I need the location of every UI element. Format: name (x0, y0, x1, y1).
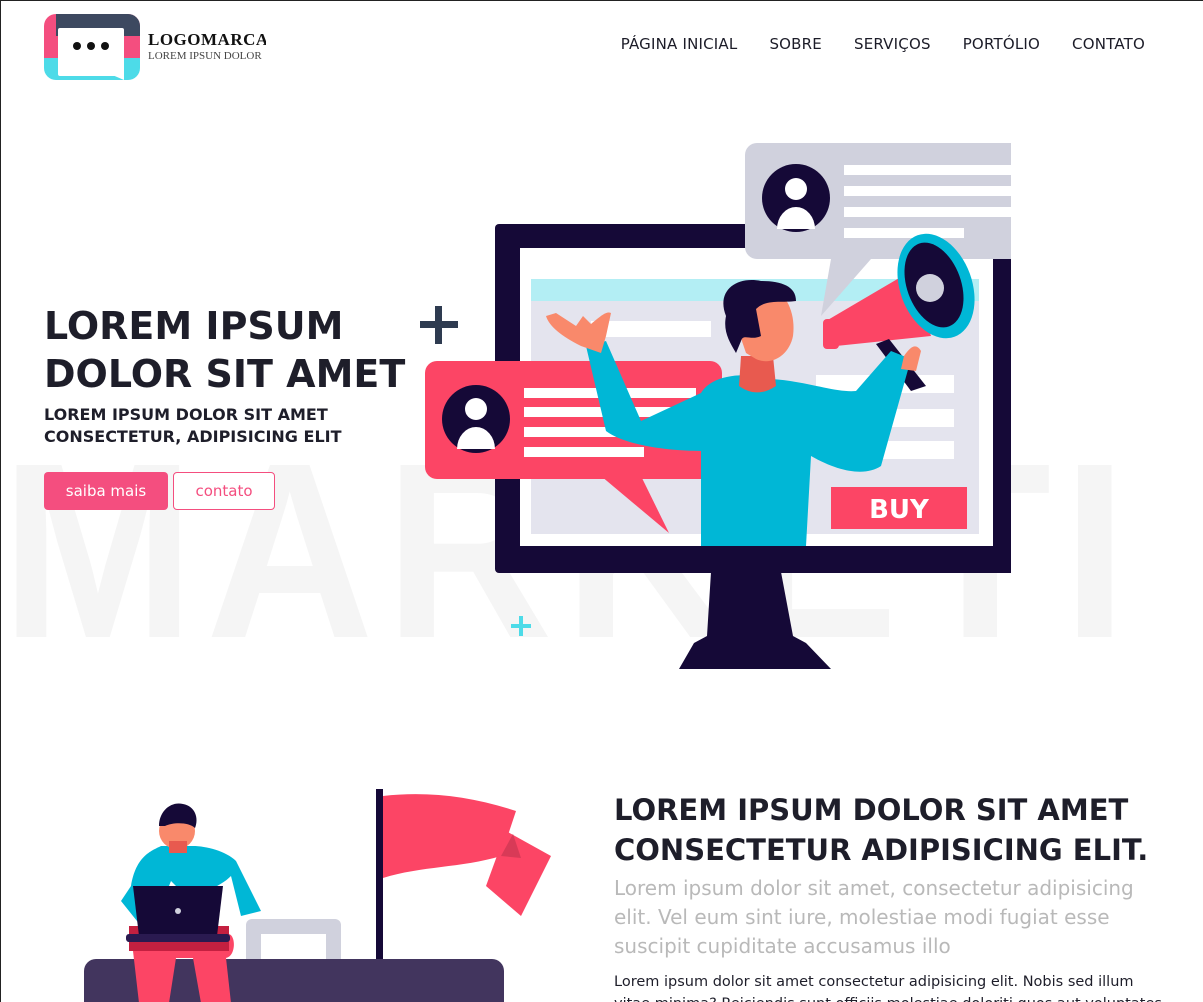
monitor-stand (679, 572, 831, 669)
goal-illustration (84, 789, 551, 1002)
nav-item-home[interactable]: PÁGINA INICIAL (621, 35, 738, 53)
section-body: Lorem ipsum dolor sit amet consectetur a… (614, 974, 1162, 1002)
nav-item-services[interactable]: SERVIÇOS (854, 35, 931, 53)
nav-item-about[interactable]: SOBRE (769, 35, 822, 53)
laptop-icon (126, 886, 230, 942)
nav-item-portfolio[interactable]: PORTÓLIO (963, 35, 1040, 53)
contato-button[interactable]: contato (173, 472, 275, 510)
nav-item-contact[interactable]: CONTATO (1072, 35, 1145, 53)
logo-subtitle: LOREM IPSUN DOLOR (148, 50, 262, 62)
flag-icon (376, 789, 551, 969)
main-nav: PÁGINA INICIAL SOBRE SERVIÇOS PORTÓLIO C… (621, 35, 1145, 53)
hero-subtitle: LOREM IPSUM DOLOR SIT AMET CONSECTETUR, … (44, 405, 342, 446)
small-plus-icon (511, 616, 531, 636)
section-title: LOREM IPSUM DOLOR SIT AMET CONSECTETUR A… (614, 793, 1149, 867)
marketing-illustration: BUY (420, 143, 1011, 669)
logo-text[interactable]: LOGOMARCA LOREM IPSUN DOLOR (148, 31, 266, 63)
section-lead: Lorem ipsum dolor sit amet, consectetur … (614, 876, 1134, 958)
logo-chat-icon[interactable] (44, 14, 140, 80)
svg-text:BUY: BUY (869, 495, 930, 525)
hero-title: LOREM IPSUM DOLOR SIT AMET (44, 304, 406, 396)
saiba-mais-button[interactable]: saiba mais (44, 472, 168, 510)
logo-title: LOGOMARCA (148, 31, 266, 49)
plus-icon (420, 306, 458, 344)
buy-button-art: BUY (831, 487, 967, 529)
